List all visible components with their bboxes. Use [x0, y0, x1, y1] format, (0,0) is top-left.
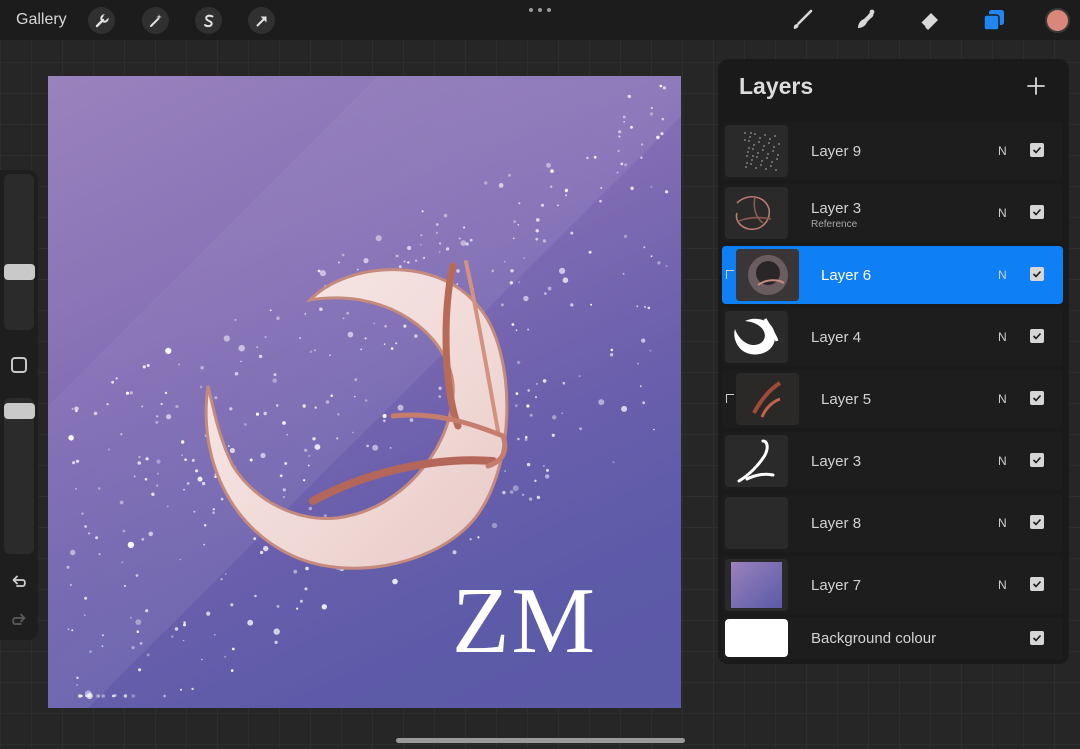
- opacity-thumb[interactable]: [4, 403, 35, 419]
- blend-mode-button[interactable]: N: [998, 454, 1007, 468]
- brush-size-thumb[interactable]: [4, 264, 35, 280]
- smudge-icon[interactable]: [852, 7, 878, 33]
- layer-name: Layer 8: [811, 515, 862, 532]
- layer-row-layer-4[interactable]: Layer 4 N: [722, 308, 1063, 366]
- top-toolbar: Gallery: [0, 0, 1080, 40]
- blend-mode-button[interactable]: N: [998, 392, 1007, 406]
- brush-icon[interactable]: [789, 7, 815, 33]
- layer-thumbnail: [736, 373, 799, 425]
- drawing-canvas[interactable]: ZM: [48, 76, 681, 708]
- clipping-mask-icon: [726, 270, 734, 279]
- layers-panel: Layers Layer 9 N Layer 3 Reference N Layer 6 N…: [718, 59, 1069, 664]
- redo-icon[interactable]: [9, 610, 29, 628]
- layer-name: Layer 9: [811, 143, 862, 160]
- blend-mode-button[interactable]: N: [998, 330, 1007, 344]
- layers-title: Layers: [739, 73, 814, 99]
- blend-mode-button[interactable]: N: [998, 268, 1007, 282]
- eraser-icon[interactable]: [916, 7, 942, 33]
- layer-thumbnail: [725, 559, 788, 611]
- layer-row-layer-5[interactable]: Layer 5 N: [722, 370, 1063, 428]
- home-indicator[interactable]: [396, 738, 685, 743]
- opacity-slider[interactable]: [4, 398, 34, 554]
- blend-mode-button[interactable]: N: [998, 516, 1007, 530]
- magic-wand-icon[interactable]: [142, 7, 169, 34]
- layer-visibility-checkbox[interactable]: [1030, 329, 1044, 343]
- left-sidebar: [0, 170, 38, 640]
- undo-icon[interactable]: [9, 572, 29, 590]
- layer-name: Layer 3: [811, 453, 862, 470]
- layer-thumbnail: [725, 497, 788, 549]
- current-color-swatch[interactable]: [1045, 8, 1070, 33]
- layer-thumbnail: [725, 435, 788, 487]
- blend-mode-button[interactable]: N: [998, 144, 1007, 158]
- blend-mode-button[interactable]: N: [998, 578, 1007, 592]
- layer-row-layer-8[interactable]: Layer 8 N: [722, 494, 1063, 552]
- layer-row-layer-3[interactable]: Layer 3 N: [722, 432, 1063, 490]
- layer-visibility-checkbox[interactable]: [1030, 205, 1044, 219]
- transform-arrow-icon[interactable]: [248, 7, 275, 34]
- selection-s-icon[interactable]: [195, 7, 222, 34]
- layer-thumbnail: [725, 125, 788, 177]
- brush-size-slider[interactable]: [4, 174, 34, 330]
- more-options-icon[interactable]: [529, 2, 551, 18]
- add-layer-icon[interactable]: [1025, 75, 1047, 97]
- clipping-mask-icon: [726, 394, 734, 403]
- background-colour-thumbnail: [725, 619, 788, 657]
- layers-icon[interactable]: [981, 7, 1007, 33]
- gallery-button[interactable]: Gallery: [16, 11, 67, 29]
- layer-row-layer-6[interactable]: Layer 6 N: [722, 246, 1063, 304]
- blend-mode-button[interactable]: N: [998, 206, 1007, 220]
- layer-row-layer-3[interactable]: Layer 3 Reference N: [722, 184, 1063, 242]
- layer-name: Background colour: [811, 630, 937, 647]
- layer-name: Layer 4: [811, 329, 862, 346]
- layer-visibility-checkbox[interactable]: [1030, 267, 1044, 281]
- layer-name: Layer 7: [811, 577, 862, 594]
- layer-thumbnail: [725, 187, 788, 239]
- layer-visibility-checkbox[interactable]: [1030, 453, 1044, 467]
- layer-visibility-checkbox[interactable]: [1030, 515, 1044, 529]
- layer-visibility-checkbox[interactable]: [1030, 391, 1044, 405]
- layer-row-layer-9[interactable]: Layer 9 N: [722, 122, 1063, 180]
- layer-name: Layer 5: [821, 391, 872, 408]
- wrench-icon[interactable]: [88, 7, 115, 34]
- layer-subtitle: Reference: [811, 219, 858, 230]
- layer-thumbnail: [725, 311, 788, 363]
- zm-watermark: ZM: [452, 569, 597, 673]
- layer-visibility-checkbox[interactable]: [1030, 577, 1044, 591]
- layer-visibility-checkbox[interactable]: [1030, 631, 1044, 645]
- modify-button[interactable]: [11, 357, 27, 373]
- layer-row-layer-7[interactable]: Layer 7 N: [722, 556, 1063, 614]
- background-colour-layer[interactable]: Background colour: [722, 617, 1063, 659]
- layer-visibility-checkbox[interactable]: [1030, 143, 1044, 157]
- layer-name: Layer 6: [821, 267, 872, 284]
- layer-name: Layer 3: [811, 200, 862, 217]
- layer-thumbnail: [736, 249, 799, 301]
